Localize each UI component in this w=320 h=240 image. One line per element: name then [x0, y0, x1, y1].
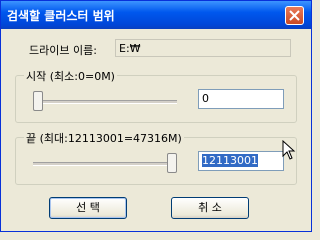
select-button[interactable]: 선 택	[49, 197, 127, 219]
end-slider-track[interactable]	[33, 162, 177, 166]
mouse-cursor-icon	[282, 140, 296, 160]
start-group-legend: 시작 (최소:0=0M)	[24, 68, 117, 84]
cancel-button[interactable]: 취 소	[171, 197, 249, 219]
end-group-legend: 끝 (최대:12113001=47316M)	[24, 130, 184, 146]
start-value-input[interactable]: 0	[198, 89, 284, 109]
close-icon	[289, 10, 300, 21]
start-slider-thumb[interactable]	[33, 91, 43, 111]
close-button[interactable]	[285, 6, 304, 25]
end-slider-thumb[interactable]	[167, 153, 177, 173]
cluster-range-dialog: 검색할 클러스터 범위 드라이브 이름: E:₩ 시작 (최소:0=0M) 0 …	[0, 0, 312, 232]
window-title: 검색할 클러스터 범위	[7, 9, 115, 23]
end-value-input[interactable]: 12113001	[198, 151, 284, 171]
drive-name-field: E:₩	[115, 39, 291, 57]
drive-name-label: 드라이브 이름:	[29, 44, 97, 57]
title-bar[interactable]: 검색할 클러스터 범위	[1, 1, 311, 29]
end-value-selected-text: 12113001	[202, 154, 258, 167]
end-group: 끝 (최대:12113001=47316M) 12113001	[15, 130, 297, 185]
start-group: 시작 (최소:0=0M) 0	[15, 68, 297, 123]
start-slider-track[interactable]	[33, 100, 177, 104]
